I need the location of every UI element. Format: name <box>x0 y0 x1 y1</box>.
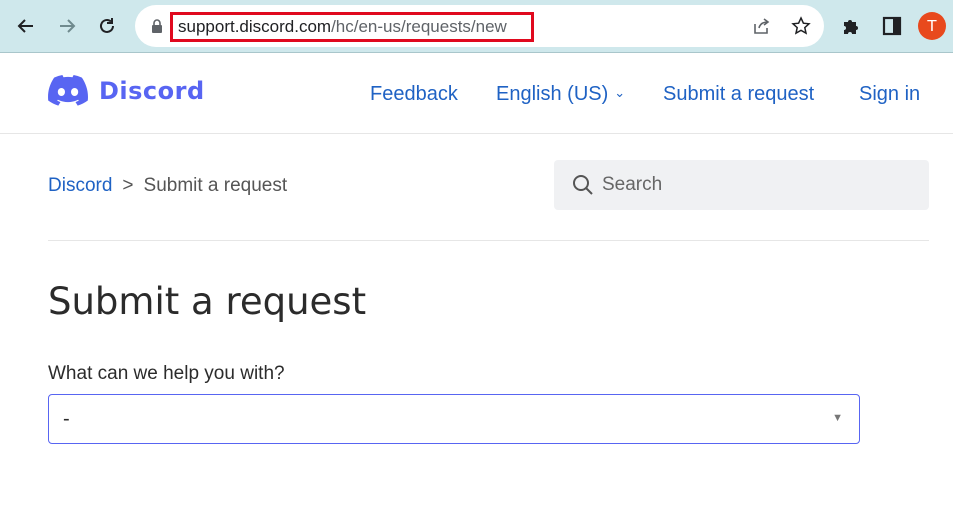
url-host: support.discord.com <box>178 17 332 36</box>
language-label: English (US) <box>496 83 609 105</box>
profile-avatar[interactable]: T <box>918 12 946 40</box>
logo-text: Discord <box>99 76 205 105</box>
field-label: What can we help you with? <box>48 363 285 384</box>
breadcrumb-home[interactable]: Discord <box>48 175 112 196</box>
side-panel-icon[interactable] <box>881 15 903 37</box>
back-button[interactable] <box>10 10 42 42</box>
breadcrumb: Discord > Submit a request <box>48 175 287 197</box>
forward-button[interactable] <box>51 10 83 42</box>
arrow-right-icon <box>60 19 76 33</box>
nav-language[interactable]: English (US) ⌄ <box>496 83 625 106</box>
browser-toolbar: support.discord.com/hc/en-us/requests/ne… <box>0 0 953 53</box>
profile-initial: T <box>927 17 937 35</box>
select-value: - <box>63 408 70 430</box>
puzzle-icon[interactable] <box>840 15 862 37</box>
search-box[interactable] <box>554 160 929 210</box>
nav-sign-in[interactable]: Sign in <box>859 83 920 106</box>
reload-button[interactable] <box>91 10 123 42</box>
arrow-left-icon <box>17 19 33 33</box>
address-bar[interactable]: support.discord.com/hc/en-us/requests/ne… <box>135 5 824 47</box>
share-icon[interactable] <box>751 16 771 36</box>
nav-feedback[interactable]: Feedback <box>370 83 458 106</box>
discord-icon <box>48 75 88 106</box>
triangle-down-icon: ▼ <box>832 412 843 424</box>
site-header: Discord Feedback English (US) ⌄ Submit a … <box>0 54 953 134</box>
search-icon <box>573 175 593 195</box>
discord-logo[interactable]: Discord <box>48 75 205 106</box>
star-icon[interactable] <box>791 16 811 36</box>
lock-icon <box>152 19 162 33</box>
request-type-select[interactable]: - ▼ <box>48 394 860 444</box>
url-text[interactable]: support.discord.com/hc/en-us/requests/ne… <box>170 12 534 42</box>
reload-icon <box>100 18 114 33</box>
page-title: Submit a request <box>48 280 367 323</box>
breadcrumb-current: Submit a request <box>143 175 288 196</box>
search-input[interactable] <box>602 160 912 210</box>
breadcrumb-separator: > <box>122 175 134 196</box>
url-path: /hc/en-us/requests/new <box>331 17 507 36</box>
nav-submit-request[interactable]: Submit a request <box>663 83 814 106</box>
divider <box>48 240 929 241</box>
chevron-down-icon: ⌄ <box>614 85 626 100</box>
